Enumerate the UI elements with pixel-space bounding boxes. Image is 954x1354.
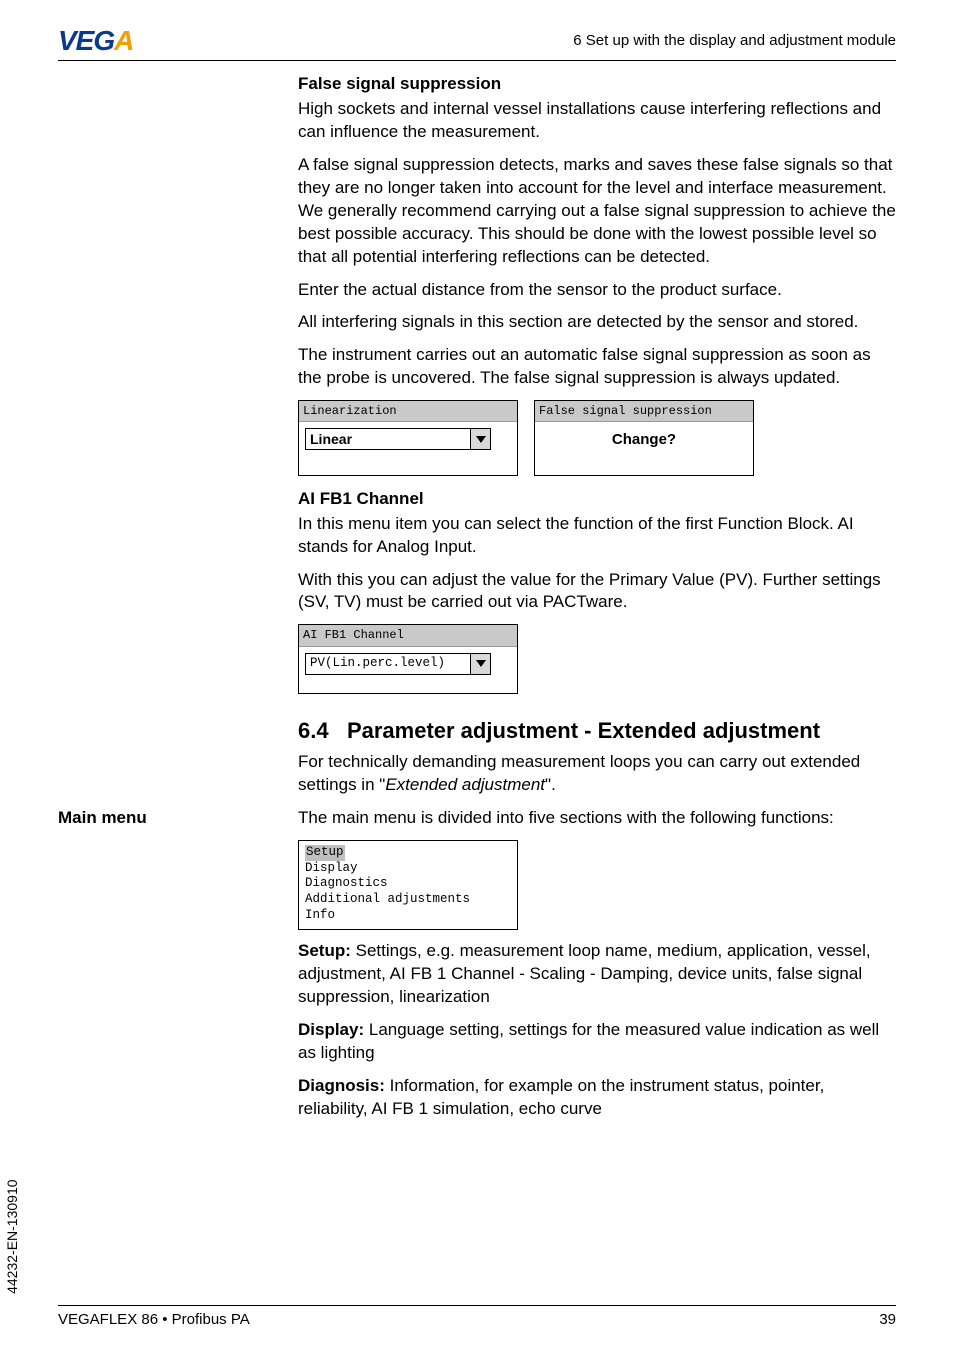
heading-ai-fb1: AI FB1 Channel: [298, 488, 896, 511]
para: The instrument carries out an automatic …: [298, 344, 896, 390]
chevron-down-icon[interactable]: [470, 429, 490, 449]
window-body: PV(Lin.perc.level): [299, 647, 517, 693]
dropdown-value: PV(Lin.perc.level): [306, 654, 470, 674]
window-ai-fb1: AI FB1 Channel PV(Lin.perc.level): [298, 624, 518, 693]
brand-logo: VEGA: [58, 26, 158, 56]
para: All interfering signals in this section …: [298, 311, 896, 334]
brand-accent: A: [114, 25, 133, 56]
para-main-menu-intro: The main menu is divided into five secti…: [298, 807, 896, 830]
chevron-down-icon[interactable]: [470, 654, 490, 674]
window-false-signal: False signal suppression Change?: [534, 400, 754, 475]
para: A false signal suppression detects, mark…: [298, 154, 896, 269]
text: Settings, e.g. measurement loop name, me…: [298, 941, 871, 1006]
page-footer: VEGAFLEX 86 • Profibus PA 39: [58, 1305, 896, 1330]
heading-6-4: 6.4 Parameter adjustment - Extended adju…: [298, 716, 896, 746]
body-column: False signal suppression High sockets an…: [298, 73, 896, 1121]
doc-code-rotated: 44232-EN-130910: [3, 1180, 22, 1294]
heading-false-signal: False signal suppression: [298, 73, 896, 96]
linearization-dropdown[interactable]: Linear: [305, 428, 491, 450]
window-main-menu: Setup Display Diagnostics Additional adj…: [298, 840, 518, 930]
para: With this you can adjust the value for t…: [298, 569, 896, 615]
window-title: AI FB1 Channel: [299, 625, 517, 646]
window-title: False signal suppression: [535, 401, 753, 422]
para: For technically demanding measurement lo…: [298, 751, 896, 797]
para-display: Display: Language setting, settings for …: [298, 1019, 896, 1065]
menu-item-display[interactable]: Display: [305, 861, 358, 875]
page: VEGA 6 Set up with the display and adjus…: [0, 0, 954, 1354]
heading-number: 6.4: [298, 718, 329, 743]
para: Enter the actual distance from the senso…: [298, 279, 896, 302]
footer-page-number: 39: [879, 1310, 896, 1330]
menu-item-additional[interactable]: Additional adjustments: [305, 892, 470, 906]
dropdown-value: Linear: [306, 429, 470, 449]
ai-channel-dropdown[interactable]: PV(Lin.perc.level): [305, 653, 491, 675]
text: ".: [545, 775, 556, 794]
screenshot-row-1: Linearization Linear False signal suppre…: [298, 400, 896, 475]
heading-title: Parameter adjustment - Extended adjustme…: [347, 718, 820, 743]
brand-logo-text: VEGA: [58, 22, 133, 60]
screenshot-row-2: AI FB1 Channel PV(Lin.perc.level): [298, 624, 896, 693]
menu-item-info[interactable]: Info: [305, 908, 335, 922]
window-linearization: Linearization Linear: [298, 400, 518, 475]
para: In this menu item you can select the fun…: [298, 513, 896, 559]
menu-item-setup[interactable]: Setup: [305, 845, 345, 861]
text: Language setting, settings for the measu…: [298, 1020, 879, 1062]
label-display: Display:: [298, 1020, 364, 1039]
label-diagnosis: Diagnosis:: [298, 1076, 385, 1095]
label-setup: Setup:: [298, 941, 351, 960]
page-header: VEGA 6 Set up with the display and adjus…: [58, 26, 896, 56]
text-emphasis: Extended adjustment: [385, 775, 545, 794]
header-rule: [58, 60, 896, 61]
text: For technically demanding measurement lo…: [298, 752, 860, 794]
side-label-main-menu: Main menu: [58, 807, 147, 830]
para: High sockets and internal vessel install…: [298, 98, 896, 144]
para-setup: Setup: Settings, e.g. measurement loop n…: [298, 940, 896, 1009]
window-title: Linearization: [299, 401, 517, 422]
window-body-text: Change?: [535, 422, 753, 474]
footer-product: VEGAFLEX 86 • Profibus PA: [58, 1310, 250, 1330]
brand-head: VEG: [58, 25, 114, 56]
para-diagnosis: Diagnosis: Information, for example on t…: [298, 1075, 896, 1121]
chapter-reference: 6 Set up with the display and adjustment…: [573, 31, 896, 51]
window-body: Linear: [299, 422, 517, 468]
menu-item-diagnostics[interactable]: Diagnostics: [305, 876, 388, 890]
